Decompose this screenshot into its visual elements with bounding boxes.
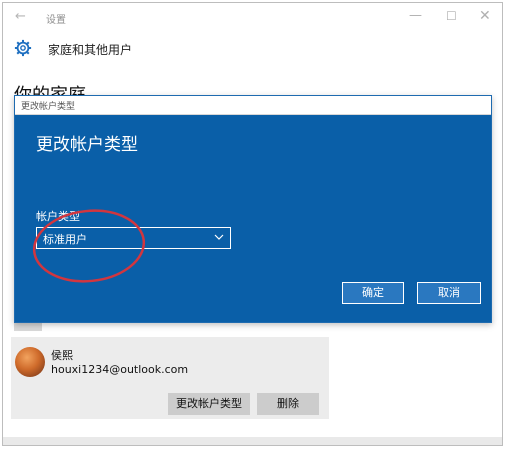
ok-button[interactable]: 确定 [342,282,404,304]
window-titlebar: ← 设置 — ☐ ✕ [3,3,502,31]
section-title: 家庭和其他用户 [48,43,133,57]
maximize-icon[interactable]: ☐ [446,9,457,23]
avatar [15,347,45,377]
account-type-value: 标准用户 [43,233,87,246]
gear-icon [14,39,32,57]
user-name: 侯熙 [51,349,73,362]
change-account-type-button[interactable]: 更改帐户类型 [168,393,250,415]
account-type-dropdown[interactable]: 标准用户 [36,227,231,249]
account-type-label: 帐户类型 [36,210,80,223]
user-card[interactable]: 侯熙 houxi1234@outlook.com 更改帐户类型 删除 [11,337,329,419]
chevron-down-icon [214,234,224,240]
dialog-window-title: 更改帐户类型 [21,102,76,112]
minimize-icon[interactable]: — [409,8,422,23]
close-icon[interactable]: ✕ [479,8,491,24]
back-arrow-icon[interactable]: ← [15,9,26,24]
bottom-strip [3,437,502,445]
change-account-type-dialog: 更改帐户类型 更改帐户类型 帐户类型 标准用户 确定 取消 [14,95,492,323]
cancel-button[interactable]: 取消 [417,282,481,304]
window-title: 设置 [46,15,66,26]
delete-button[interactable]: 删除 [257,393,319,415]
user-email: houxi1234@outlook.com [51,363,189,376]
dialog-heading: 更改帐户类型 [36,135,138,155]
dialog-titlebar: 更改帐户类型 [15,96,491,115]
